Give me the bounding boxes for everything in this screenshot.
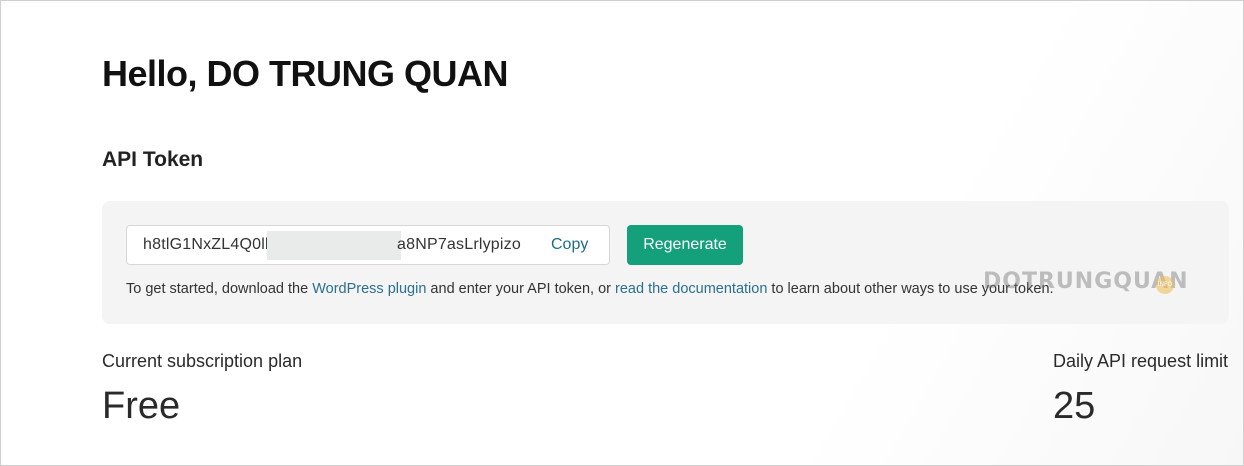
token-text-start: h8tlG1NxZL4Q0lk (143, 236, 274, 253)
copy-button[interactable]: Copy (551, 226, 588, 264)
api-token-heading: API Token (102, 148, 204, 171)
api-limit-label: Daily API request limit (1053, 351, 1229, 371)
api-token-field[interactable]: h8tlG1NxZL4Q0lk a8NP7asLrlypizo Copy (126, 225, 610, 265)
api-limit-value: 25 (1053, 385, 1096, 427)
api-token-panel: h8tlG1NxZL4Q0lk a8NP7asLrlypizo Copy Reg… (102, 201, 1229, 324)
token-redaction (267, 231, 401, 260)
documentation-link[interactable]: read the documentation (615, 281, 767, 297)
wordpress-plugin-link[interactable]: WordPress plugin (312, 281, 426, 297)
api-token-help-text: To get started, download the WordPress p… (126, 281, 1054, 297)
subscription-plan-value: Free (102, 385, 181, 427)
help-text-part1: To get started, download the (126, 281, 313, 297)
subscription-plan-label: Current subscription plan (102, 351, 303, 371)
token-text-end: a8NP7asLrlypizo (397, 236, 521, 253)
page-container: Hello, DO TRUNG QUAN API Token h8tlG1NxZ… (0, 0, 1244, 466)
regenerate-button[interactable]: Regenerate (627, 225, 743, 265)
help-text-part2: and enter your API token, or (426, 281, 616, 297)
watermark-badge: INFO (1156, 276, 1174, 294)
page-title: Hello, DO TRUNG QUAN (102, 53, 509, 94)
